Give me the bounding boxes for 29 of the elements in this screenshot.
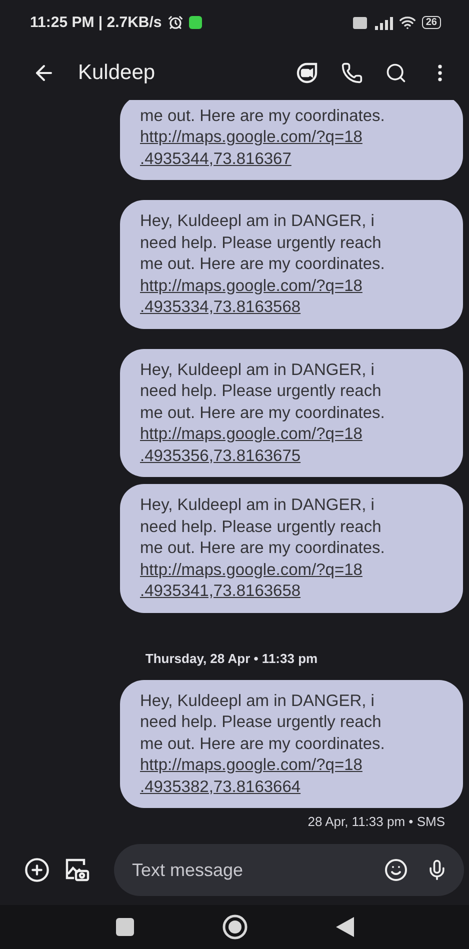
map-link[interactable]: http://maps.google.com/?q=18 .4935341,73.8163658 [140, 560, 449, 602]
date-separator: Thursday, 28 Apr • 11:33 pm [145, 650, 318, 666]
message-text: Hey, Kuldeepl am in DANGER, i need help. Please urgently reach me out. Here are my coordinates. [140, 211, 386, 275]
wifi-icon [398, 14, 416, 31]
message-text: Hey, Kuldeepl am in DANGER, i need help. Please urgently reach me out. Here are my coordinates. [140, 690, 386, 754]
message-timestamp: 28 Apr, 11:33 pm • SMS [308, 814, 445, 829]
map-link[interactable]: http://maps.google.com/?q=18 .4935344,73.816367 [140, 127, 449, 170]
phone-icon[interactable] [341, 62, 363, 84]
recents-icon[interactable] [116, 918, 134, 936]
battery-level: 26 [422, 16, 441, 29]
home-icon[interactable] [222, 914, 248, 940]
alarm-icon [168, 15, 183, 30]
message-text: Hey, Kuldeepl am in DANGER, i need help. Please urgently reach me out. Here are my coordinates. [140, 495, 386, 559]
signal-icon [372, 16, 393, 30]
map-link[interactable]: http://maps.google.com/?q=18 .4935356,73.8163675 [140, 424, 449, 467]
back-nav-icon[interactable] [336, 917, 354, 937]
gallery-button[interactable] [64, 857, 90, 883]
message-text: me out. Here are my coordinates. [140, 106, 386, 126]
search-icon[interactable] [385, 62, 407, 84]
map-link[interactable]: http://maps.google.com/?q=18 .4935382,73.8163664 [140, 755, 449, 798]
message-input-field[interactable]: Text message [130, 858, 366, 882]
message-composer[interactable]: Text message [114, 844, 464, 896]
message-text: Hey, Kuldeepl am in DANGER, i need help. Please urgently reach me out. Here are my coordinates. [140, 360, 386, 424]
map-link[interactable]: http://maps.google.com/?q=18 .4935334,73.8163568 [140, 276, 449, 318]
video-call-icon[interactable] [295, 60, 319, 84]
contact-name: Kuldeep [78, 60, 156, 84]
status-time: 11:25 PM | 2.7KB/s [30, 14, 162, 31]
emoji-icon[interactable] [384, 858, 408, 882]
add-icon[interactable] [24, 857, 50, 883]
